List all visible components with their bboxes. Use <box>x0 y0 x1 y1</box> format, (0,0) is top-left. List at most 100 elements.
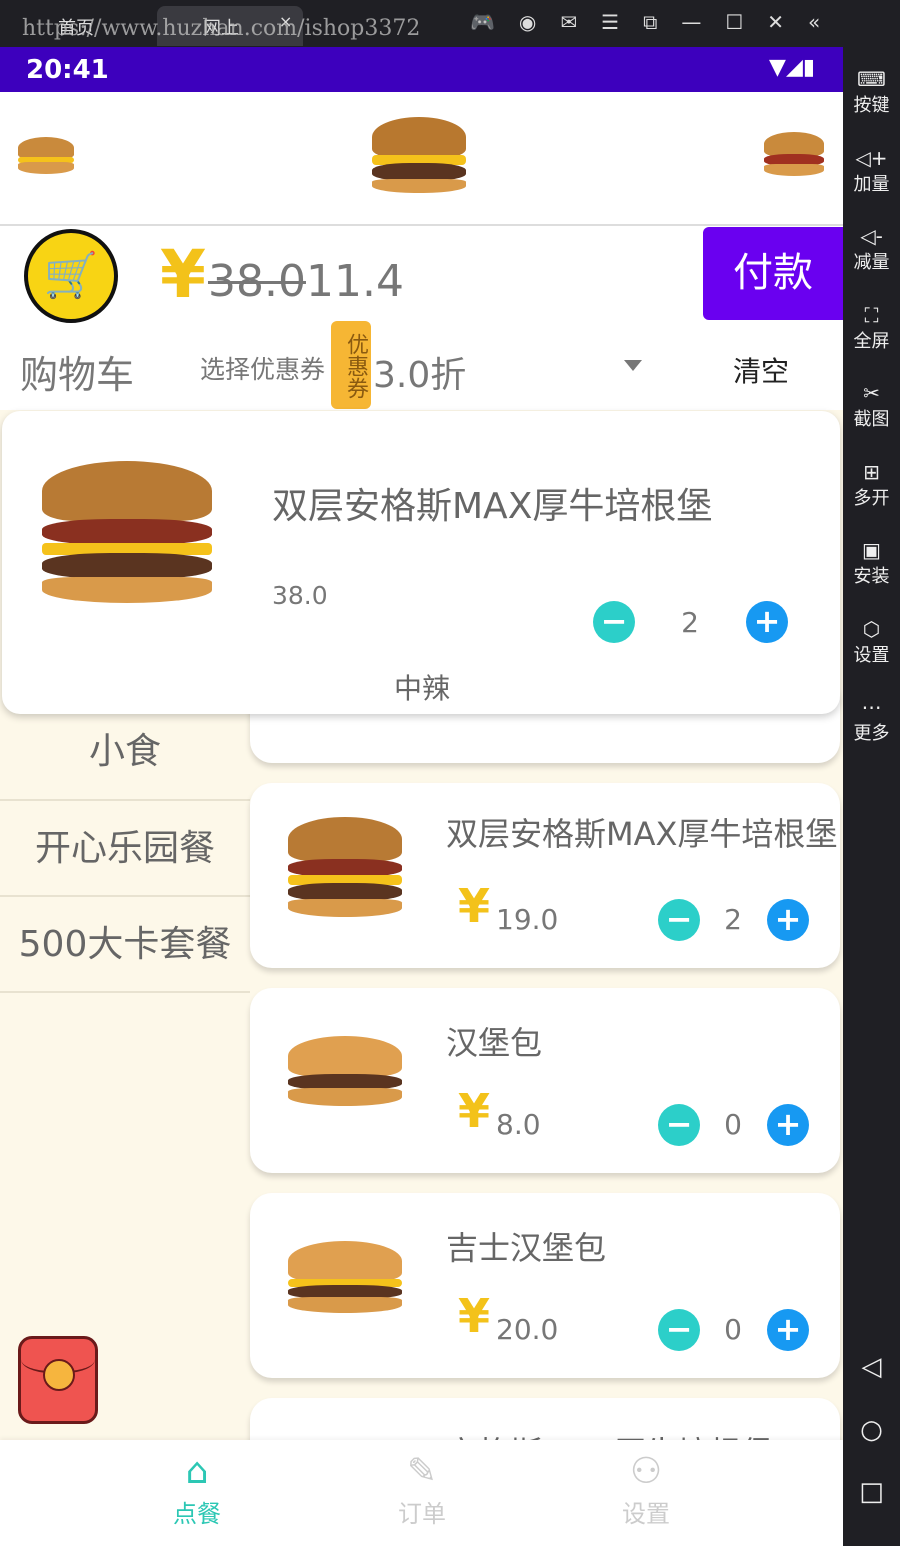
apk-icon: ▣ <box>862 538 881 562</box>
collapse-icon[interactable]: « <box>808 10 820 34</box>
sidebar-more[interactable]: ⋯ 更多 <box>843 675 900 754</box>
category-item[interactable]: 小食 <box>0 727 250 801</box>
product-card[interactable]: 吉士汉堡包 ¥ 20.0 − 0 + <box>250 1193 840 1378</box>
decrease-button[interactable]: − <box>658 1309 700 1351</box>
product-price: 20.0 <box>496 1313 559 1346</box>
recents-icon[interactable]: □ <box>843 1477 900 1507</box>
product-name: 吉士汉堡包 <box>446 1229 607 1267</box>
cart-bar: 🛒 ¥ 38.011.4 付款 购物车 选择优惠券 优惠券 3.0折 清空 <box>0 226 843 410</box>
burger-image <box>764 132 828 178</box>
url-watermark: https://www.huzhan.com/ishop3372 <box>22 16 421 41</box>
item-price: 38.0 <box>272 581 328 610</box>
category-list: 小食 开心乐园餐 500大卡套餐 <box>0 727 250 993</box>
nav-label: 订单 <box>398 1500 446 1528</box>
red-envelope-icon[interactable] <box>18 1336 98 1424</box>
burger-image <box>372 117 472 197</box>
nav-order-food[interactable]: ⌂ 点餐 <box>137 1450 257 1529</box>
banner-carousel[interactable] <box>0 92 843 226</box>
clear-cart-button[interactable]: 清空 <box>733 350 789 390</box>
status-bar: 20:41 ▼◢▮ <box>0 47 843 92</box>
nav-settings[interactable]: ⚇ 设置 <box>586 1450 706 1529</box>
category-item[interactable]: 500大卡套餐 <box>0 897 250 993</box>
product-name: 汉堡包 <box>446 1024 543 1062</box>
cart-item-popup: 双层安格斯MAX厚牛培根堡 38.0 − 2 + 中辣 <box>2 411 840 714</box>
sidebar-screenshot[interactable]: ✂ 截图 <box>843 361 900 440</box>
multi-window-icon: ⊞ <box>863 459 880 484</box>
sidebar-keys[interactable]: ⌨ 按键 <box>843 47 900 126</box>
shopping-cart-icon[interactable]: 🛒 <box>24 229 118 323</box>
sidebar-settings[interactable]: ⬡ 设置 <box>843 597 900 676</box>
home-icon: ⌂ <box>185 1451 209 1492</box>
product-quantity: 0 <box>724 1313 742 1346</box>
coupon-dropdown-value[interactable]: 3.0折 <box>373 346 466 398</box>
browser-titlebar: 网上 × 首页 https://www.huzhan.com/ishop3372 … <box>0 0 900 47</box>
pay-button[interactable]: 付款 <box>703 227 843 320</box>
product-quantity: 0 <box>724 1108 742 1141</box>
order-icon: ✎ <box>406 1451 438 1492</box>
coupon-select-label[interactable]: 选择优惠券 <box>200 350 325 386</box>
sidebar-install[interactable]: ▣ 安装 <box>843 518 900 597</box>
product-name: 双层安格斯MAX厚牛培根堡 <box>446 815 838 853</box>
product-price: 19.0 <box>496 903 559 936</box>
gamepad-icon[interactable]: 🎮 <box>470 10 495 34</box>
total-price: 38.011.4 <box>208 256 404 307</box>
product-card[interactable]: 双层安格斯MAX厚牛培根堡 ¥ 19.0 − 2 + <box>250 783 840 968</box>
clock: 20:41 <box>26 55 109 85</box>
bottom-nav: ⌂ 点餐 ✎ 订单 ⚇ 设置 <box>0 1440 843 1546</box>
decrease-button[interactable]: − <box>593 601 635 643</box>
nav-orders[interactable]: ✎ 订单 <box>362 1450 482 1529</box>
currency-symbol: ¥ <box>458 1084 491 1138</box>
burger-image <box>288 1036 408 1116</box>
emulator-sidebar: ⌨ 按键 ◁+ 加量 ◁- 减量 ⛶ 全屏 ✂ 截图 ⊞ 多开 ▣ 安装 ⬡ 设置 ⋯ 更多 ◁ … <box>843 47 900 1546</box>
fullscreen-icon: ⛶ <box>864 302 879 327</box>
currency-symbol: ¥ <box>160 236 206 313</box>
increase-button[interactable]: + <box>767 1104 809 1146</box>
sidebar-volume-down[interactable]: ◁- 减量 <box>843 204 900 283</box>
category-item[interactable]: 开心乐园餐 <box>0 801 250 897</box>
minimize-icon[interactable]: — <box>681 10 701 34</box>
user-settings-icon: ⚇ <box>629 1451 663 1492</box>
sidebar-fullscreen[interactable]: ⛶ 全屏 <box>843 283 900 362</box>
more-icon: ⋯ <box>861 695 882 719</box>
hexagon-settings-icon: ⬡ <box>862 616 881 641</box>
product-card[interactable]: 汉堡包 ¥ 8.0 − 0 + <box>250 988 840 1173</box>
burger-image <box>42 461 222 611</box>
coupon-badge: 优惠券 <box>331 321 371 409</box>
mail-icon[interactable]: ✉ <box>560 10 577 34</box>
sidebar-multi[interactable]: ⊞ 多开 <box>843 440 900 519</box>
resize-icon[interactable]: ⧉ <box>643 10 657 34</box>
volume-down-icon: ◁- <box>860 224 883 248</box>
spice-level: 中辣 <box>394 672 451 705</box>
nav-label: 点餐 <box>173 1500 221 1528</box>
original-price: 38.0 <box>208 256 306 307</box>
currency-symbol: ¥ <box>458 879 491 933</box>
volume-up-icon: ◁+ <box>855 145 888 170</box>
home-circle-icon[interactable]: ○ <box>843 1415 900 1445</box>
increase-button[interactable]: + <box>767 1309 809 1351</box>
decrease-button[interactable]: − <box>658 899 700 941</box>
nav-label: 设置 <box>622 1500 670 1528</box>
sidebar-volume-up[interactable]: ◁+ 加量 <box>843 126 900 205</box>
burger-image <box>288 1241 408 1321</box>
discounted-price: 11.4 <box>305 256 404 307</box>
burger-image <box>288 817 408 927</box>
burger-image <box>18 137 78 177</box>
back-icon[interactable]: ◁ <box>843 1352 900 1382</box>
product-price: 8.0 <box>496 1108 541 1141</box>
increase-button[interactable]: + <box>746 601 788 643</box>
keyboard-icon: ⌨ <box>857 67 886 91</box>
wifi-signal-battery-icon: ▼◢▮ <box>769 55 815 80</box>
product-quantity: 2 <box>724 903 742 936</box>
item-quantity: 2 <box>681 606 699 639</box>
increase-button[interactable]: + <box>767 899 809 941</box>
close-icon[interactable]: ✕ <box>767 10 784 34</box>
phone-screen: 20:41 ▼◢▮ 🛒 ¥ 38.011.4 付款 购物车 选择优惠券 优惠券 3… <box>0 47 843 1546</box>
scissors-icon: ✂ <box>863 381 880 405</box>
maximize-icon[interactable]: ☐ <box>725 10 743 34</box>
item-name: 双层安格斯MAX厚牛培根堡 <box>272 486 713 527</box>
decrease-button[interactable]: − <box>658 1104 700 1146</box>
menu-icon[interactable]: ☰ <box>601 10 619 34</box>
account-icon[interactable]: ◉ <box>519 10 536 34</box>
cart-label: 购物车 <box>20 353 135 397</box>
dropdown-arrow-icon[interactable] <box>624 360 642 371</box>
